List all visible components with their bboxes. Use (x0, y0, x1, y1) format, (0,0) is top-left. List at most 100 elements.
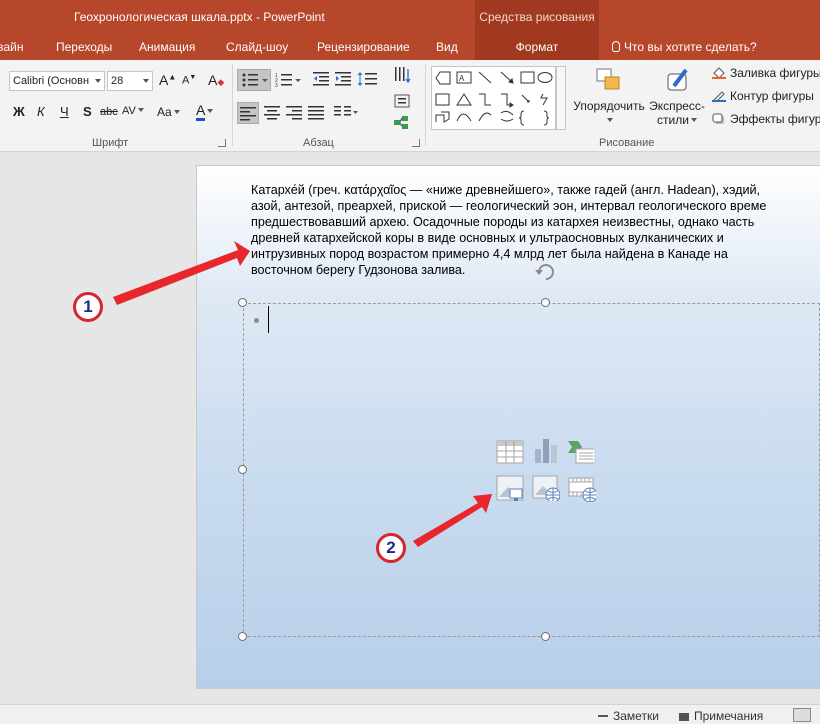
grow-font-glyph: A (159, 72, 169, 88)
font-dialog-launcher[interactable] (218, 139, 226, 147)
convert-to-smartart-button[interactable] (393, 114, 413, 133)
tab-design[interactable]: зайн (0, 40, 24, 54)
italic-button[interactable]: К (37, 104, 45, 119)
resize-handle-left[interactable] (238, 465, 247, 474)
shape-effects-button[interactable]: Эффекты фигур (712, 112, 820, 126)
justify-button[interactable] (308, 104, 324, 123)
chevron-down-icon (143, 79, 149, 83)
line-spacing-button[interactable] (357, 71, 379, 90)
numbering-button[interactable]: 123 (275, 71, 303, 92)
decrease-indent-button[interactable] (313, 71, 329, 90)
increase-indent-button[interactable] (335, 71, 351, 90)
insert-video-icon[interactable] (568, 476, 596, 502)
chevron-down-icon (173, 110, 180, 114)
drawing-group-label: Рисование (599, 137, 655, 149)
window-title: Геохронологическая шкала.pptx - PowerPoi… (74, 10, 325, 24)
resize-handle-top-left[interactable] (238, 298, 247, 307)
shape-fill-button[interactable]: Заливка фигуры (712, 66, 820, 80)
ribbon-separator (232, 64, 233, 146)
font-name-combo[interactable]: Calibri (Основн (9, 71, 105, 91)
font-group-label: Шрифт (92, 137, 129, 149)
tell-me-text: Что вы хотите сделать? (624, 40, 757, 54)
tab-review[interactable]: Рецензирование (317, 40, 410, 54)
clear-formatting-button[interactable]: A◆ (208, 72, 224, 88)
change-case-button[interactable]: Aa (157, 105, 180, 119)
insert-online-picture-icon[interactable] (532, 475, 560, 501)
ribbon-tabs: зайн Переходы Анимация Слайд-шоу Рецензи… (0, 34, 820, 60)
notes-icon (598, 715, 608, 717)
text-shadow-button[interactable]: S (83, 104, 92, 119)
shape-fill-label: Заливка фигуры (730, 66, 820, 80)
notes-button[interactable]: Заметки (598, 709, 659, 723)
insert-chart-icon[interactable] (532, 437, 560, 463)
shape-outline-button[interactable]: Контур фигуры (712, 89, 814, 103)
normal-view-button[interactable] (793, 708, 811, 722)
increase-indent-icon (335, 72, 351, 86)
insert-smartart-icon[interactable] (566, 439, 594, 465)
rotate-handle-icon[interactable] (533, 260, 559, 284)
insert-table-icon[interactable] (496, 439, 524, 465)
tab-slideshow[interactable]: Слайд-шоу (226, 40, 288, 54)
shape-effects-icon (712, 113, 724, 124)
comments-button[interactable]: Примечания (679, 709, 763, 723)
font-size-value: 28 (111, 75, 124, 87)
bullets-button[interactable] (237, 69, 271, 91)
tell-me-box[interactable]: Что вы хотите сделать? (612, 40, 757, 54)
resize-handle-bottom-left[interactable] (238, 632, 247, 641)
paragraph-dialog-launcher[interactable] (412, 139, 420, 147)
placeholder-bullet (254, 318, 259, 323)
arrange-label: Упорядочить (573, 99, 645, 113)
strikethrough-button[interactable]: abc (100, 106, 118, 118)
align-center-button[interactable] (264, 104, 280, 123)
chevron-down-icon (690, 118, 697, 122)
text-cursor (268, 306, 269, 333)
align-left-button[interactable] (237, 102, 259, 124)
comment-icon (679, 713, 689, 721)
quick-styles-button[interactable]: Экспресс- стили (646, 66, 708, 127)
arrange-button[interactable]: Упорядочить (572, 66, 646, 127)
shapes-gallery[interactable]: A (431, 66, 556, 130)
paragraph-group-label: Абзац (303, 137, 334, 149)
chevron-down-icon (137, 108, 144, 112)
align-left-icon (240, 107, 256, 121)
character-spacing-glyph: AV (122, 105, 136, 117)
status-bar: Заметки Примечания (0, 704, 820, 724)
annotation-marker-2: 2 (376, 533, 406, 563)
numbered-list-icon: 123 (275, 73, 301, 89)
insert-picture-icon[interactable] (496, 475, 524, 501)
lightbulb-icon (612, 41, 620, 52)
font-size-combo[interactable]: 28 (107, 71, 153, 91)
resize-handle-bottom[interactable] (541, 632, 550, 641)
columns-button[interactable] (334, 104, 358, 123)
shape-outline-label: Контур фигуры (730, 89, 814, 103)
ribbon-separator (425, 64, 426, 146)
shapes-gallery-icon: A (435, 71, 553, 126)
font-color-button[interactable]: A (196, 102, 214, 121)
tab-transitions[interactable]: Переходы (56, 40, 112, 54)
tab-view[interactable]: Вид (436, 40, 458, 54)
bullet-list-icon (242, 73, 268, 87)
content-placeholder[interactable] (243, 303, 820, 637)
contextual-tab-group-label: Средства рисования (475, 0, 599, 34)
shapes-gallery-scroll[interactable] (556, 66, 566, 130)
slide-text-line: азой, антезой, преархей, приской — геоло… (251, 199, 767, 213)
align-right-button[interactable] (286, 104, 302, 123)
slide-text-line: предшествовавший архею. Осадочные породы… (251, 215, 755, 229)
tab-animation[interactable]: Анимация (139, 40, 195, 54)
bold-button[interactable]: Ж (13, 104, 25, 119)
slide-text-line: Катархе́й (греч. κατάρχαῖος — «ниже древ… (251, 183, 761, 197)
align-right-icon (286, 106, 302, 120)
change-case-glyph: Aa (157, 105, 172, 119)
shrink-font-button[interactable]: A▼ (182, 74, 196, 87)
font-color-glyph: A (196, 102, 206, 121)
grow-font-button[interactable]: A▲ (159, 72, 176, 88)
annotation-marker-1: 1 (73, 292, 103, 322)
align-text-button[interactable] (393, 93, 413, 112)
character-spacing-button[interactable]: AV (122, 105, 144, 117)
underline-button[interactable]: Ч (60, 104, 69, 119)
line-spacing-icon (357, 72, 377, 86)
resize-handle-top[interactable] (541, 298, 550, 307)
text-direction-button[interactable] (393, 65, 413, 90)
tab-format[interactable]: Формат (475, 34, 599, 60)
text-direction-icon (395, 67, 411, 84)
